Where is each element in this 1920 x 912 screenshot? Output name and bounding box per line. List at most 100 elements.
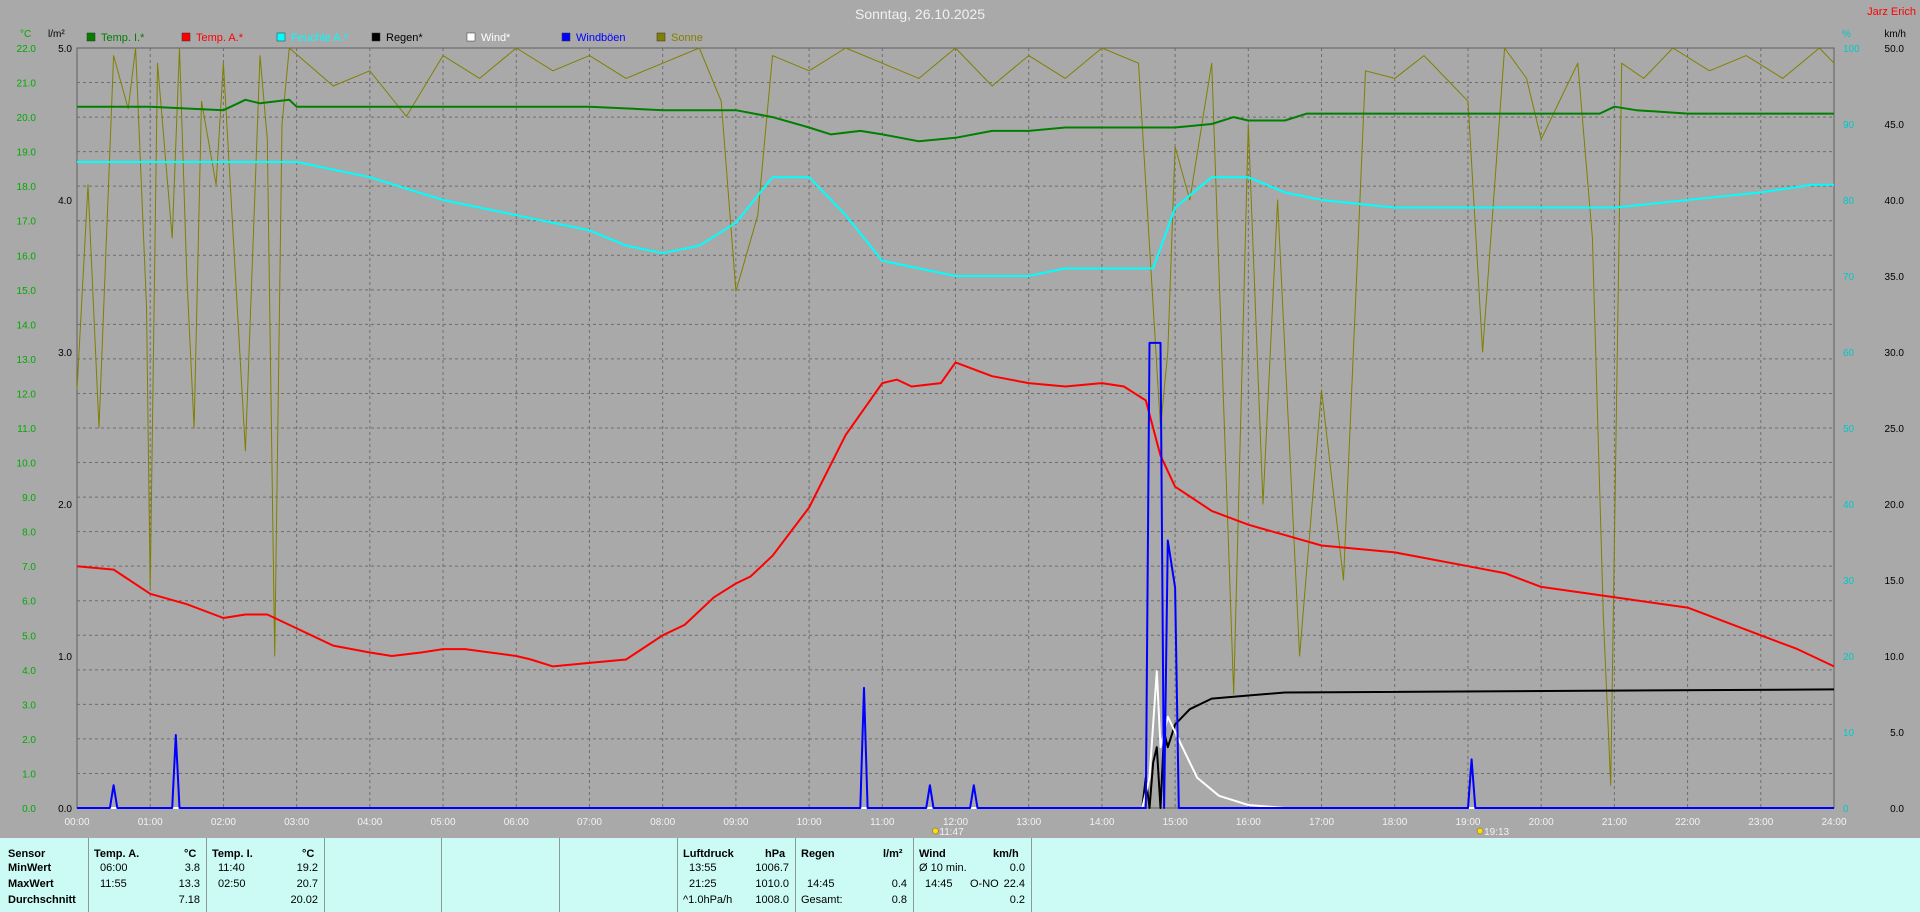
temp-tick-label: 0.0 (22, 804, 36, 815)
humidity-tick-label: 0 (1843, 804, 1849, 815)
pressure-avg-val: 1008.0 (755, 894, 789, 906)
humidity-tick-label: 80 (1843, 196, 1855, 207)
x-tick-label: 06:00 (504, 817, 529, 828)
statistics-panel: Sensor MinWert MaxWert Durchschnitt Temp… (0, 838, 1920, 912)
temp-i-max-val: 20.7 (296, 878, 318, 890)
rain-tick-label: 3.0 (58, 348, 72, 359)
wind-tick-label: 10.0 (1885, 652, 1905, 663)
legend-swatch (371, 32, 381, 42)
temp-a-min-time: 06:00 (100, 862, 128, 874)
stats-col-wind: Wind km/h Ø 10 min. 0.0 14:45 O-NO 22.4 … (913, 838, 1032, 912)
humidity-tick-label: 30 (1843, 576, 1855, 587)
wind-tick-label: 40.0 (1885, 196, 1905, 207)
x-tick-label: 15:00 (1163, 817, 1188, 828)
x-tick-label: 05:00 (431, 817, 456, 828)
rain-tick-label: 1.0 (58, 652, 72, 663)
wind-tick-label: 0.0 (1890, 804, 1904, 815)
wind-max-val: 22.4 (1003, 878, 1025, 890)
rain-tick-label: 4.0 (58, 196, 72, 207)
wind-max-time: 14:45 (925, 878, 953, 890)
stats-col-pressure: Luftdruck hPa 13:55 1006.7 21:25 1010.0 … (677, 838, 796, 912)
wind-unit: km/h (993, 848, 1019, 860)
x-tick-label: 02:00 (211, 817, 236, 828)
legend: Temp. I.* Temp. A.* Feuchte A.* Regen* Wind*… (86, 32, 703, 44)
axis-unit-wind: km/h (1884, 29, 1906, 40)
humidity-tick-label: 60 (1843, 348, 1855, 359)
x-tick-label: 03:00 (284, 817, 309, 828)
temp-a-unit: °C (184, 848, 197, 860)
x-tick-label: 24:00 (1821, 817, 1846, 828)
x-tick-label: 18:00 (1382, 817, 1407, 828)
temp-tick-label: 4.0 (22, 666, 36, 677)
humidity-tick-label: 70 (1843, 272, 1855, 283)
wind-max-dir: O-NO (970, 878, 999, 890)
author-label: Jarz Erich (1867, 6, 1916, 18)
pressure-min-val: 1006.7 (755, 862, 789, 874)
pressure-unit: hPa (765, 848, 786, 860)
wind-tick-label: 25.0 (1885, 424, 1905, 435)
temp-tick-label: 17.0 (17, 217, 37, 228)
temp-tick-label: 13.0 (17, 355, 37, 366)
wind-min-val: 0.0 (1009, 862, 1025, 874)
x-tick-label: 20:00 (1529, 817, 1554, 828)
rain-tick-label: 0.0 (58, 804, 72, 815)
humidity-tick-label: 10 (1843, 728, 1855, 739)
temp-tick-label: 12.0 (17, 389, 37, 400)
wind-tick-label: 45.0 (1885, 120, 1905, 131)
legend-label: Temp. I.* (101, 32, 145, 44)
stats-col-rain: Regen l/m² 14:45 0.4 Gesamt: 0.8 (795, 838, 914, 912)
temp-i-avg-val: 20.02 (290, 894, 318, 906)
rain-total-val: 0.8 (891, 894, 907, 906)
temp-tick-label: 9.0 (22, 493, 36, 504)
x-tick-label: 16:00 (1236, 817, 1261, 828)
temp-i-max-time: 02:50 (218, 878, 246, 890)
rain-unit: l/m² (883, 848, 903, 860)
temp-tick-label: 16.0 (17, 251, 37, 262)
humidity-tick-label: 90 (1843, 120, 1855, 131)
temp-tick-label: 19.0 (17, 148, 37, 159)
temp-a-title: Temp. A. (94, 848, 140, 860)
wind-tick-label: 20.0 (1885, 500, 1905, 511)
legend-label: Temp. A.* (196, 32, 244, 44)
temp-tick-label: 3.0 (22, 700, 36, 711)
temp-tick-label: 14.0 (17, 320, 37, 331)
legend-swatch (656, 32, 666, 42)
pressure-trend: ^1.0hPa/h (683, 894, 733, 906)
legend-swatch (86, 32, 96, 42)
stats-col-sensor: Sensor MinWert MaxWert Durchschnitt (0, 838, 89, 912)
x-tick-label: 21:00 (1602, 817, 1627, 828)
wind-tick-label: 35.0 (1885, 272, 1905, 283)
legend-label: Wind* (481, 32, 511, 44)
max-label: MaxWert (8, 878, 54, 890)
temp-tick-label: 1.0 (22, 769, 36, 780)
rain-tick-label: 2.0 (58, 500, 72, 511)
temp-i-min-val: 19.2 (296, 862, 318, 874)
x-tick-label: 08:00 (650, 817, 675, 828)
legend-label: Feuchte A.* (291, 32, 349, 44)
rain-max-time: 14:45 (807, 878, 835, 890)
wind-title: Wind (919, 848, 946, 860)
x-tick-label: 11:00 (870, 817, 895, 828)
temp-i-unit: °C (302, 848, 315, 860)
rain-tick-label: 5.0 (58, 44, 72, 55)
stats-col-temp-i: Temp. I. °C 11:40 19.2 02:50 20.7 20.02 (206, 838, 325, 912)
x-tick-label: 01:00 (138, 817, 163, 828)
legend-swatch (276, 32, 286, 42)
legend-label: Regen* (386, 32, 423, 44)
sun-marker-icon (1476, 827, 1484, 835)
pressure-min-time: 13:55 (689, 862, 717, 874)
stats-col-empty-2 (441, 838, 560, 912)
rain-title: Regen (801, 848, 835, 860)
sun-marker-icon (932, 827, 939, 835)
temp-tick-label: 10.0 (17, 459, 37, 470)
temp-tick-label: 20.0 (17, 113, 37, 124)
temp-tick-label: 5.0 (22, 631, 36, 642)
axis-unit-humidity: % (1842, 29, 1851, 40)
legend-label: Sonne (671, 32, 703, 44)
temp-a-min-val: 3.8 (184, 862, 200, 874)
wind-tick-label: 5.0 (1890, 728, 1904, 739)
rain-total-label: Gesamt: (801, 894, 843, 906)
stats-col-empty-1 (324, 838, 442, 912)
x-tick-label: 00:00 (64, 817, 89, 828)
min-label: MinWert (8, 862, 52, 874)
